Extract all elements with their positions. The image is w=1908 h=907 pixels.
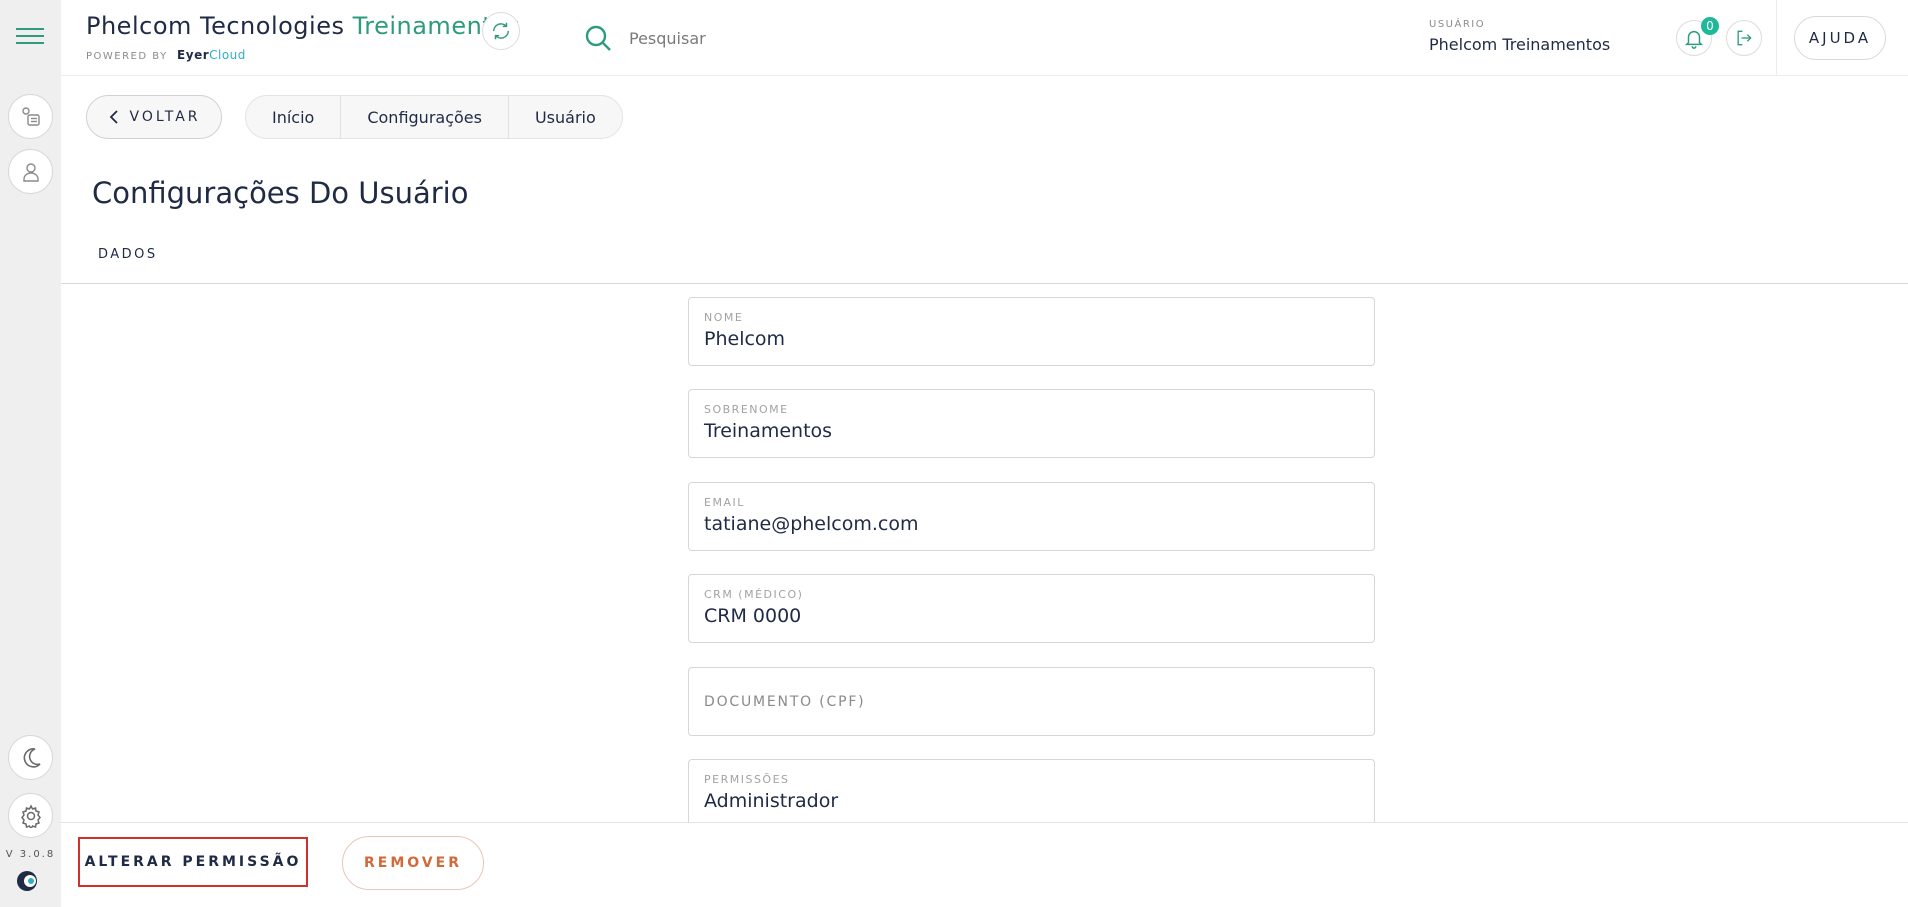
- permissoes-value[interactable]: Administrador: [704, 790, 838, 812]
- sobrenome-field[interactable]: SOBRENOME Treinamentos: [688, 389, 1375, 458]
- patients-icon[interactable]: [8, 149, 53, 194]
- eyercloud-logo-icon: [16, 870, 38, 892]
- email-label: EMAIL: [704, 496, 745, 509]
- email-value[interactable]: tatiane@phelcom.com: [704, 513, 918, 535]
- powered-by-label: POWERED BY: [86, 51, 168, 62]
- page-title: Configurações Do Usuário: [92, 176, 469, 210]
- sidebar: V 3.0.8: [0, 0, 61, 907]
- remove-button[interactable]: REMOVER: [342, 836, 484, 890]
- brand-title: Phelcom Tecnologies Treinamentos: [86, 12, 520, 40]
- sync-button[interactable]: [482, 12, 520, 50]
- search-input[interactable]: [629, 24, 1029, 52]
- sync-icon: [492, 22, 510, 40]
- search-icon[interactable]: [584, 24, 612, 52]
- email-field[interactable]: EMAIL tatiane@phelcom.com: [688, 482, 1375, 551]
- crm-field[interactable]: CRM (MÉDICO) CRM 0000: [688, 574, 1375, 643]
- dark-mode-icon[interactable]: [8, 735, 53, 780]
- exams-list-icon[interactable]: [8, 94, 53, 139]
- notification-badge: 0: [1701, 17, 1719, 35]
- permissoes-field[interactable]: PERMISSÕES Administrador: [688, 759, 1375, 828]
- breadcrumb-usuario[interactable]: Usuário: [509, 96, 622, 138]
- action-footer: [61, 822, 1908, 907]
- logout-button[interactable]: [1726, 20, 1762, 56]
- tab-divider: [61, 283, 1908, 284]
- hamburger-menu-icon[interactable]: [10, 18, 50, 54]
- tab-dados[interactable]: DADOS: [98, 247, 158, 262]
- back-button[interactable]: VOLTAR: [86, 95, 222, 139]
- breadcrumb-configuracoes[interactable]: Configurações: [341, 96, 509, 138]
- sobrenome-label: SOBRENOME: [704, 403, 789, 416]
- crm-value[interactable]: CRM 0000: [704, 605, 801, 627]
- powered-eyer: Eyer: [177, 48, 210, 62]
- header-divider: [1776, 0, 1777, 76]
- documento-cpf-field[interactable]: DOCUMENTO (CPF): [688, 667, 1375, 736]
- nome-value[interactable]: Phelcom: [704, 328, 785, 350]
- permissoes-label: PERMISSÕES: [704, 773, 790, 786]
- powered-by: POWERED BY EyerCloud: [86, 48, 246, 62]
- back-label: VOLTAR: [129, 109, 201, 125]
- logout-icon: [1737, 30, 1752, 46]
- settings-gear-icon[interactable]: [8, 793, 53, 838]
- nome-field[interactable]: NOME Phelcom: [688, 297, 1375, 366]
- powered-cloud: Cloud: [209, 48, 246, 62]
- sobrenome-value[interactable]: Treinamentos: [704, 420, 832, 442]
- brand-main: Phelcom Tecnologies: [86, 12, 345, 40]
- help-button[interactable]: AJUDA: [1794, 16, 1886, 60]
- app-version: V 3.0.8: [5, 849, 56, 860]
- nome-label: NOME: [704, 311, 744, 324]
- user-name[interactable]: Phelcom Treinamentos: [1429, 35, 1610, 54]
- crm-label: CRM (MÉDICO): [704, 588, 804, 601]
- breadcrumb: Início Configurações Usuário: [245, 95, 623, 139]
- alter-permission-button[interactable]: ALTERAR PERMISSÃO: [78, 837, 308, 887]
- breadcrumb-inicio[interactable]: Início: [246, 96, 342, 138]
- user-label: USUÁRIO: [1429, 19, 1486, 30]
- chevron-left-icon: [109, 110, 118, 124]
- documento-cpf-label: DOCUMENTO (CPF): [704, 694, 866, 710]
